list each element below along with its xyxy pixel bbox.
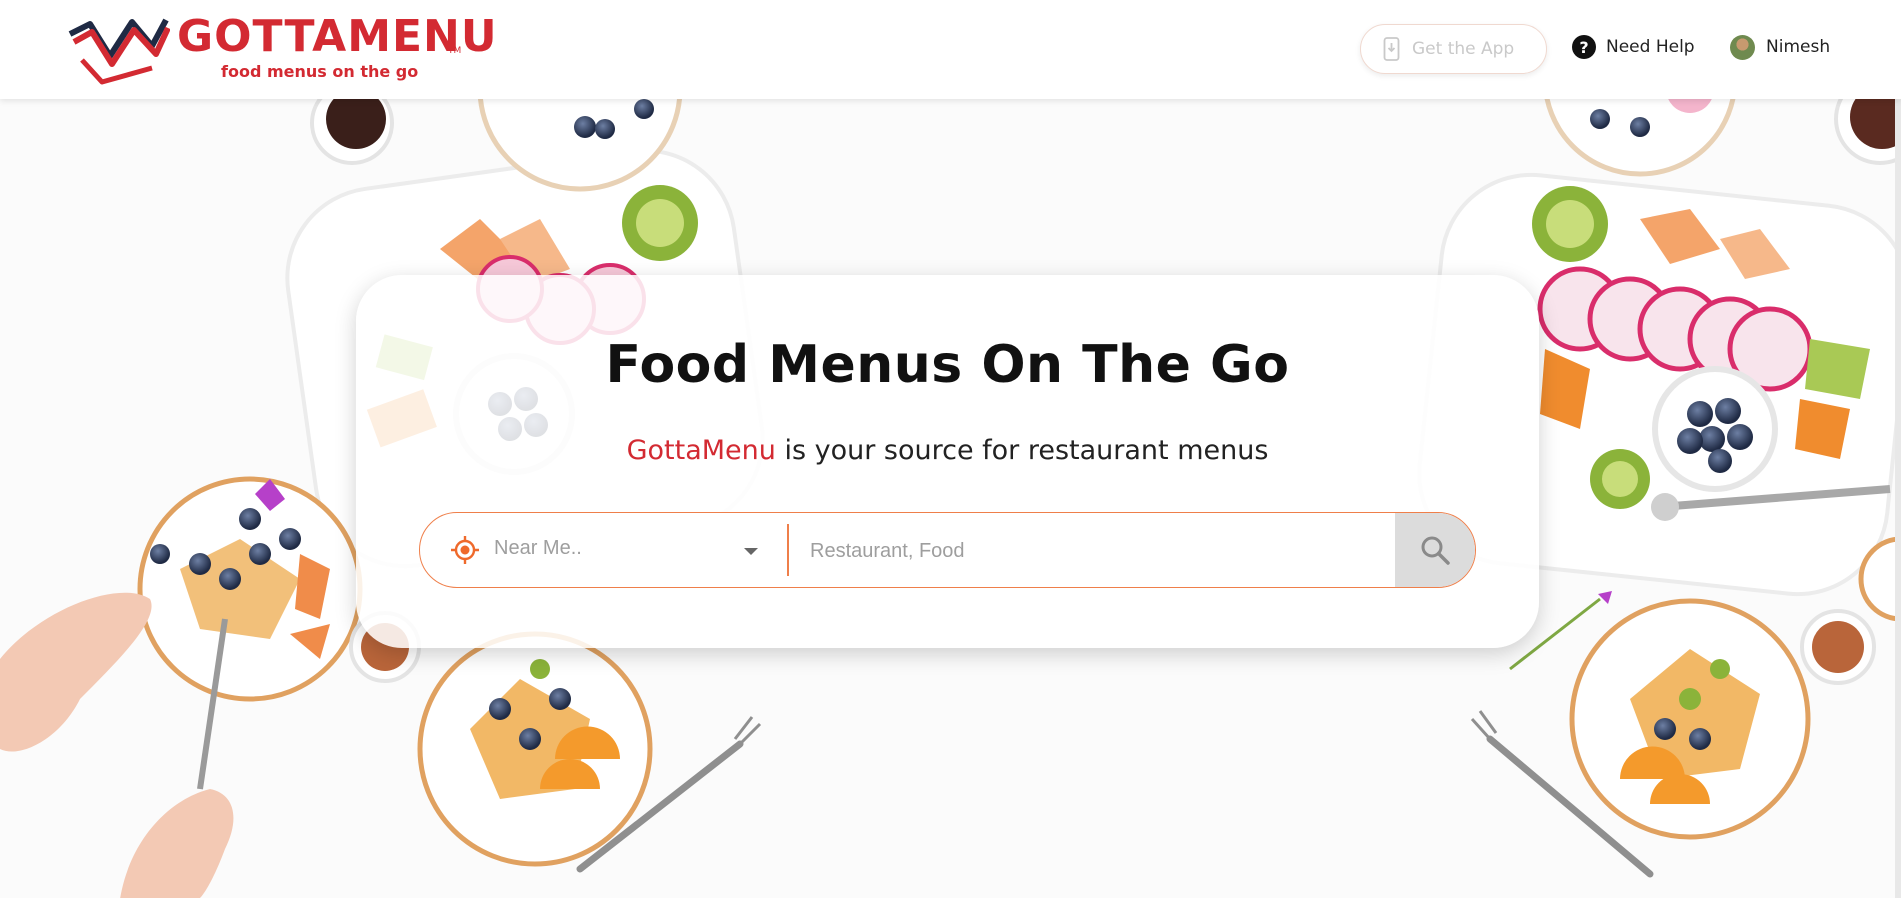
hero-subtitle-text: is your source for restaurant menus [775, 435, 1269, 466]
search-bar: Near Me.. [419, 512, 1476, 588]
need-help-link[interactable]: ? Need Help [1572, 34, 1695, 60]
avatar [1730, 34, 1755, 60]
top-navbar: GOTTAMENU TM food menus on the go Get th… [0, 0, 1901, 99]
restaurant-food-search-input[interactable] [810, 527, 1370, 575]
help-circle-icon: ? [1572, 35, 1596, 59]
page-title: Food Menus On The Go [605, 335, 1290, 395]
user-name: Nimesh [1766, 37, 1831, 57]
user-menu[interactable]: Nimesh [1730, 34, 1830, 60]
phone-download-icon [1383, 37, 1400, 61]
get-the-app-button[interactable]: Get the App [1360, 24, 1547, 74]
logo-tagline: food menus on the go [221, 62, 419, 81]
hero-subtitle: GottaMenu is your source for restaurant … [356, 435, 1539, 466]
trademark-mark: TM [448, 46, 462, 56]
page-scrollbar[interactable] [1895, 99, 1901, 898]
hero-subtitle-brand: GottaMenu [626, 435, 776, 466]
crosshair-location-icon[interactable] [450, 535, 480, 565]
search-divider [787, 524, 789, 576]
search-button[interactable] [1395, 513, 1475, 587]
hero-section: Food Menus On The Go GottaMenu is your s… [0, 99, 1901, 898]
search-icon [1421, 536, 1450, 565]
location-select[interactable]: Near Me.. [494, 537, 582, 560]
logo-mark-icon [68, 18, 170, 85]
dropdown-caret-icon[interactable] [744, 548, 758, 555]
brand-logo[interactable]: GOTTAMENU TM food menus on the go [66, 12, 497, 90]
need-help-label: Need Help [1606, 37, 1695, 57]
hero-search-card: Food Menus On The Go GottaMenu is your s… [356, 275, 1539, 648]
get-the-app-label: Get the App [1412, 39, 1515, 59]
